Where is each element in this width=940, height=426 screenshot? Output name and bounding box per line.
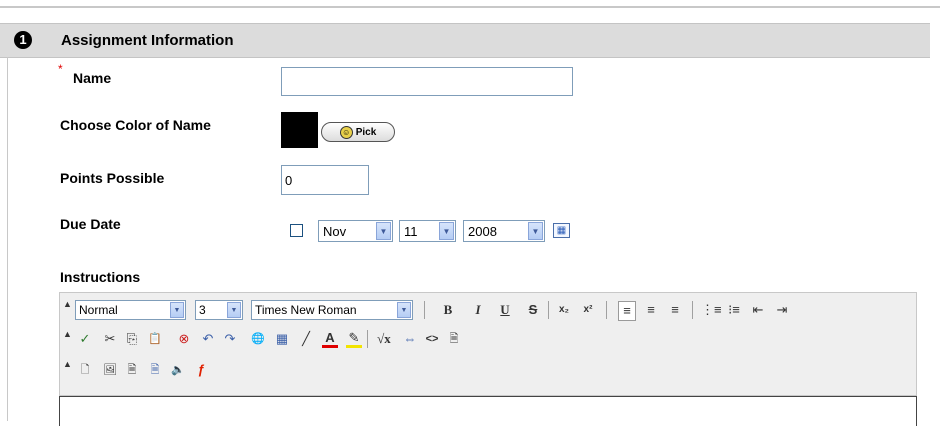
font-size-select[interactable]: 3 ▼ — [195, 300, 243, 320]
html-source-icon[interactable]: <> — [424, 330, 440, 348]
top-divider — [0, 6, 940, 8]
due-day-select[interactable]: 11 ▼ — [399, 220, 456, 242]
bold-button[interactable]: B — [440, 301, 456, 319]
paste-icon[interactable]: 📋 — [147, 330, 163, 348]
audio-icon[interactable]: 🔈 — [170, 361, 186, 379]
align-right-button[interactable]: ≡ — [667, 301, 683, 319]
indent-button[interactable]: ⇥ — [774, 301, 790, 319]
equation-icon[interactable]: √x — [374, 330, 394, 348]
link-icon[interactable]: 🌐 — [250, 330, 266, 348]
table-icon[interactable]: ▦ — [274, 330, 290, 348]
redo-icon[interactable]: ↷ — [222, 330, 238, 348]
horizontal-line-icon[interactable]: ╱ — [298, 330, 314, 348]
text-color-icon[interactable]: A — [322, 330, 338, 348]
due-month-value: Nov — [323, 223, 347, 239]
chevron-down-icon: ▼ — [397, 302, 411, 318]
step-number-badge: 1 — [14, 31, 32, 49]
due-day-value: 11 — [404, 223, 418, 239]
align-center-button[interactable]: ≡ — [643, 301, 659, 319]
palette-icon: ☺ — [339, 125, 353, 139]
highlight-icon[interactable]: ✎ — [346, 330, 362, 348]
link-document-icon[interactable]: 🗎 — [147, 361, 163, 379]
align-left-button[interactable]: ≡ — [618, 301, 636, 321]
bullet-list-button[interactable]: ⁝≡ — [726, 301, 742, 319]
due-date-checkbox[interactable] — [290, 224, 303, 237]
format-value: Normal — [79, 303, 118, 317]
editor-toolbar: ▲ Normal ▼ 3 ▼ Times New Roman ▼ B I U S… — [59, 292, 917, 396]
copy-icon[interactable]: ⎘ — [124, 330, 140, 348]
section-title: Assignment Information — [61, 32, 234, 49]
flash-icon[interactable]: ƒ — [193, 361, 209, 379]
cut-icon[interactable]: ✂ — [102, 330, 118, 348]
strikethrough-button[interactable]: S — [525, 301, 541, 319]
superscript-button[interactable]: x² — [580, 301, 596, 319]
color-label: Choose Color of Name — [60, 117, 211, 133]
media-icon[interactable]: 🗎 — [124, 361, 140, 379]
pick-color-button[interactable]: ☺ Pick — [321, 122, 395, 142]
chevron-down-icon: ▼ — [170, 302, 184, 318]
underline-button[interactable]: U — [497, 301, 513, 319]
points-input[interactable] — [281, 165, 369, 195]
font-family-value: Times New Roman — [255, 303, 357, 317]
font-size-value: 3 — [199, 303, 206, 317]
collapse-row-icon[interactable]: ▲ — [63, 329, 72, 339]
chevron-down-icon: ▼ — [227, 302, 241, 318]
chevron-down-icon: ▼ — [439, 222, 454, 240]
clear-format-icon[interactable]: ⊗ — [176, 330, 192, 348]
toolbar-separator — [367, 330, 368, 348]
instructions-label: Instructions — [60, 269, 141, 285]
font-family-select[interactable]: Times New Roman ▼ — [251, 300, 413, 320]
spellcheck-icon[interactable]: ✓ — [77, 330, 93, 348]
subscript-button[interactable]: x₂ — [556, 301, 572, 319]
required-marker: * — [58, 62, 63, 76]
chevron-down-icon: ▼ — [528, 222, 543, 240]
toolbar-separator — [606, 301, 607, 319]
left-border-line — [7, 57, 8, 421]
name-input[interactable] — [281, 67, 573, 96]
image-icon[interactable]: 🖼 — [102, 361, 118, 379]
color-swatch — [281, 112, 318, 148]
collapse-row-icon[interactable]: ▲ — [63, 359, 72, 369]
toolbar-separator — [548, 301, 549, 319]
collapse-row-icon[interactable]: ▲ — [63, 299, 72, 309]
calendar-icon[interactable]: ▦ — [553, 223, 570, 238]
attach-file-icon[interactable]: 🗋 — [77, 361, 93, 379]
name-label: Name — [73, 70, 112, 86]
section-header: 1 Assignment Information — [0, 23, 930, 58]
chevron-down-icon: ▼ — [376, 222, 391, 240]
points-label: Points Possible — [60, 170, 165, 186]
format-select[interactable]: Normal ▼ — [75, 300, 186, 320]
outdent-button[interactable]: ⇤ — [750, 301, 766, 319]
due-date-label: Due Date — [60, 216, 121, 232]
toolbar-separator — [692, 301, 693, 319]
pick-button-label: Pick — [355, 126, 377, 138]
numbered-list-button[interactable]: ⋮≡ — [701, 301, 722, 319]
due-month-select[interactable]: Nov ▼ — [318, 220, 393, 242]
preview-icon[interactable]: 🗎 — [446, 330, 462, 348]
due-year-value: 2008 — [468, 223, 497, 239]
anchor-icon[interactable]: ⇔ — [402, 330, 418, 348]
due-year-select[interactable]: 2008 ▼ — [463, 220, 545, 242]
instructions-editor[interactable] — [59, 396, 917, 426]
italic-button[interactable]: I — [470, 301, 486, 319]
toolbar-separator — [424, 301, 425, 319]
undo-icon[interactable]: ↶ — [200, 330, 216, 348]
